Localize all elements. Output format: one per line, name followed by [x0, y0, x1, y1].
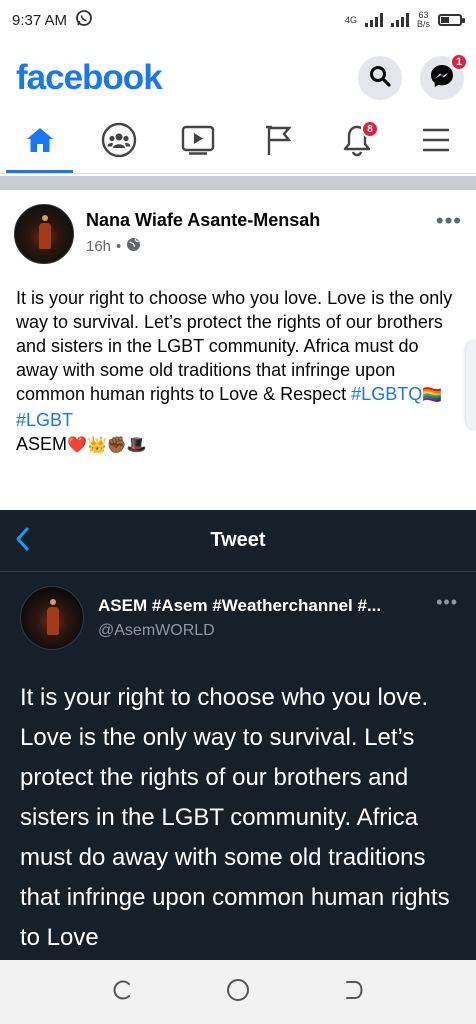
facebook-logo[interactable]: facebook — [16, 58, 163, 98]
search-button[interactable] — [358, 56, 402, 100]
app-header: facebook 1 — [0, 52, 476, 104]
watch-icon — [181, 124, 215, 161]
messenger-badge: 1 — [450, 53, 468, 71]
whatsapp-icon — [75, 9, 93, 31]
system-nav-bar — [0, 960, 476, 1024]
feed-post: Nana Wiafe Asante-Mensah 16h • ••• It is… — [0, 190, 476, 510]
tab-groups[interactable] — [79, 112, 158, 173]
author-name[interactable]: Nana Wiafe Asante-Mensah — [86, 210, 320, 231]
tab-notifications[interactable]: 8 — [317, 112, 396, 173]
tab-pages[interactable] — [238, 112, 317, 173]
post-signoff: ASEM — [16, 434, 68, 454]
tweet-avatar — [20, 586, 84, 650]
status-time: 9:37 AM — [12, 11, 68, 29]
back-icon[interactable] — [341, 978, 365, 1007]
post-header: Nana Wiafe Asante-Mensah 16h • ••• — [14, 204, 462, 264]
tweet-user-row: ASEM #Asem #Weatherchannel #... @AsemWOR… — [20, 586, 458, 652]
tweet-handle: @AsemWORLD — [98, 622, 215, 639]
pages-flag-icon — [263, 123, 293, 162]
tab-menu[interactable] — [397, 112, 476, 173]
tab-watch[interactable] — [159, 112, 238, 173]
feed-separator — [0, 176, 476, 190]
post-meta: Nana Wiafe Asante-Mensah 16h • — [86, 204, 320, 264]
hashtag-lgbt[interactable]: #LGBT — [16, 410, 73, 430]
network-indicator: 4G — [344, 14, 357, 25]
rainbow-flag-emoji: 🏳️‍🌈 — [422, 387, 443, 404]
home-circle-icon[interactable] — [225, 977, 251, 1008]
post-time-row: 16h • — [86, 237, 320, 256]
recents-icon[interactable] — [111, 978, 135, 1007]
back-chevron-icon — [14, 526, 30, 558]
author-avatar[interactable] — [14, 204, 74, 264]
tweet-display-name: ASEM #Asem #Weatherchannel #... — [98, 596, 382, 615]
main-nav-tabs: 8 — [0, 112, 476, 174]
network-label: 4G — [344, 14, 357, 25]
tweet-more-icon: ••• — [436, 592, 458, 612]
embedded-tweet-image[interactable]: Tweet ASEM #Asem #Weatherchannel #... @A… — [0, 510, 476, 960]
speed-unit: B/s — [416, 19, 430, 29]
side-scroll-handle[interactable] — [466, 340, 476, 430]
notifications-badge: 8 — [360, 120, 379, 138]
tweet-title: Tweet — [210, 529, 266, 551]
signoff-emojis: ❤️👑✊🏾🎩 — [67, 437, 147, 454]
post-text: It is your right to choose who you love.… — [16, 286, 462, 458]
tweet-text: It is your right to choose who you love.… — [20, 684, 450, 951]
tweet-names: ASEM #Asem #Weatherchannel #... @AsemWOR… — [98, 586, 398, 652]
tab-home[interactable] — [0, 112, 79, 173]
messenger-button[interactable]: 1 — [420, 53, 468, 100]
tweet-topbar: Tweet — [0, 510, 476, 572]
post-options-button[interactable]: ••• — [436, 208, 462, 234]
signal-icon — [364, 13, 383, 27]
post-time[interactable]: 16h — [86, 238, 111, 255]
groups-icon — [101, 122, 137, 163]
home-icon — [25, 126, 55, 159]
globe-icon — [126, 237, 141, 256]
battery-icon — [438, 14, 465, 26]
search-icon — [368, 64, 392, 93]
hashtag-lgbtq[interactable]: #LGBTQ — [351, 384, 422, 404]
status-bar: 9:37 AM 4G 63 B/s — [0, 0, 476, 40]
data-speed: 63 B/s — [417, 11, 430, 29]
time-separator: • — [116, 238, 122, 255]
menu-icon — [421, 127, 451, 158]
signal-icon-2 — [390, 13, 409, 27]
